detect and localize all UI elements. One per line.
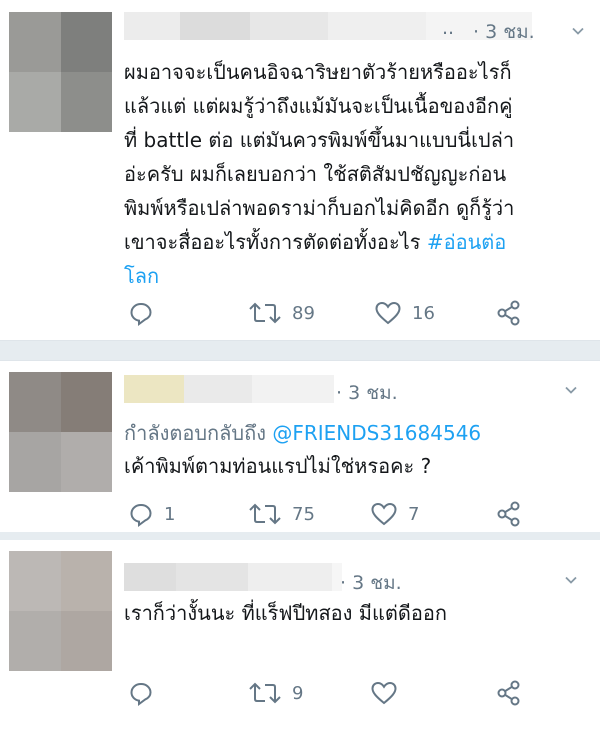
author-name-redacted[interactable] (124, 12, 532, 40)
retweet-icon (249, 682, 281, 704)
retweet-count: 75 (292, 503, 315, 525)
tweet-text: ผมอาจจะเป็นคนอิจฉาริษยาตัวร้ายหรืออะไรก็… (124, 55, 594, 293)
section-divider (0, 340, 600, 361)
share-icon (497, 680, 520, 706)
dots-text: .. (442, 17, 455, 39)
like-button[interactable] (370, 676, 408, 710)
tweet-body: ผมอาจจะเป็นคนอิจฉาริษยาตัวร้ายหรืออะไรก็… (124, 60, 515, 254)
avatar[interactable] (9, 12, 112, 132)
tweet-timestamp[interactable]: · 3 ชม. (340, 568, 402, 598)
share-button[interactable] (496, 296, 522, 330)
heart-icon (371, 681, 397, 705)
tweet[interactable]: · 3 ชม. เราก็ว่างั้นนะ ที่แร็ฟปีทสอง มีแ… (0, 540, 600, 729)
retweet-button[interactable]: 75 (248, 497, 315, 531)
retweet-icon (249, 302, 281, 324)
tweet-text: เค้าพิมพ์ตามท่อนแรปไม่ใช่หรอคะ ? (124, 454, 432, 478)
like-button[interactable]: 7 (370, 497, 419, 531)
tweet-feed: .. · 3 ชม. ผมอาจจะเป็นคนอิจฉาริษยาตัวร้า… (0, 0, 600, 729)
tweet-actions: 1 75 7 (124, 497, 544, 531)
replying-to: กำลังตอบกลับถึง @FRIENDS31684546 (124, 417, 481, 449)
author-name-redacted[interactable] (124, 563, 342, 591)
retweet-icon (249, 503, 281, 525)
chevron-down-icon[interactable] (564, 383, 578, 397)
heart-icon (371, 502, 397, 526)
reply-button[interactable]: 1 (128, 497, 175, 531)
reply-icon (130, 302, 152, 326)
reply-icon (130, 503, 152, 527)
chevron-down-icon[interactable] (571, 24, 585, 38)
mention-link[interactable]: @FRIENDS31684546 (272, 421, 481, 445)
share-icon (497, 300, 520, 326)
retweet-button[interactable]: 89 (248, 296, 315, 330)
like-count: 16 (412, 302, 435, 324)
reply-count: 1 (164, 503, 176, 525)
retweet-button[interactable]: 9 (248, 676, 303, 710)
tweet-actions: 89 16 (124, 296, 544, 330)
tweet[interactable]: .. · 3 ชม. ผมอาจจะเป็นคนอิจฉาริษยาตัวร้า… (0, 0, 600, 340)
tweet-actions: 9 (124, 676, 544, 710)
share-icon (497, 501, 520, 527)
tweet-text: เราก็ว่างั้นนะ ที่แร็ฟปีทสอง มีแต่ดีออก (124, 601, 447, 625)
replying-to-label: กำลังตอบกลับถึง (124, 421, 273, 445)
reply-button[interactable] (128, 676, 164, 710)
retweet-count: 9 (292, 682, 304, 704)
avatar[interactable] (9, 551, 112, 671)
share-button[interactable] (496, 676, 522, 710)
like-count: 7 (408, 503, 420, 525)
share-button[interactable] (496, 497, 522, 531)
tweet-divider (0, 532, 600, 540)
chevron-down-icon[interactable] (564, 573, 578, 587)
reply-icon (130, 682, 152, 706)
reply-button[interactable] (128, 296, 164, 330)
tweet-timestamp[interactable]: · 3 ชม. (336, 378, 398, 408)
retweet-count: 89 (292, 302, 315, 324)
tweet-timestamp[interactable]: · 3 ชม. (473, 17, 535, 47)
author-name-redacted[interactable] (124, 375, 334, 403)
heart-icon (375, 301, 401, 325)
tweet[interactable]: · 3 ชม. กำลังตอบกลับถึง @FRIENDS31684546… (0, 361, 600, 532)
avatar[interactable] (9, 372, 112, 492)
like-button[interactable]: 16 (374, 296, 435, 330)
